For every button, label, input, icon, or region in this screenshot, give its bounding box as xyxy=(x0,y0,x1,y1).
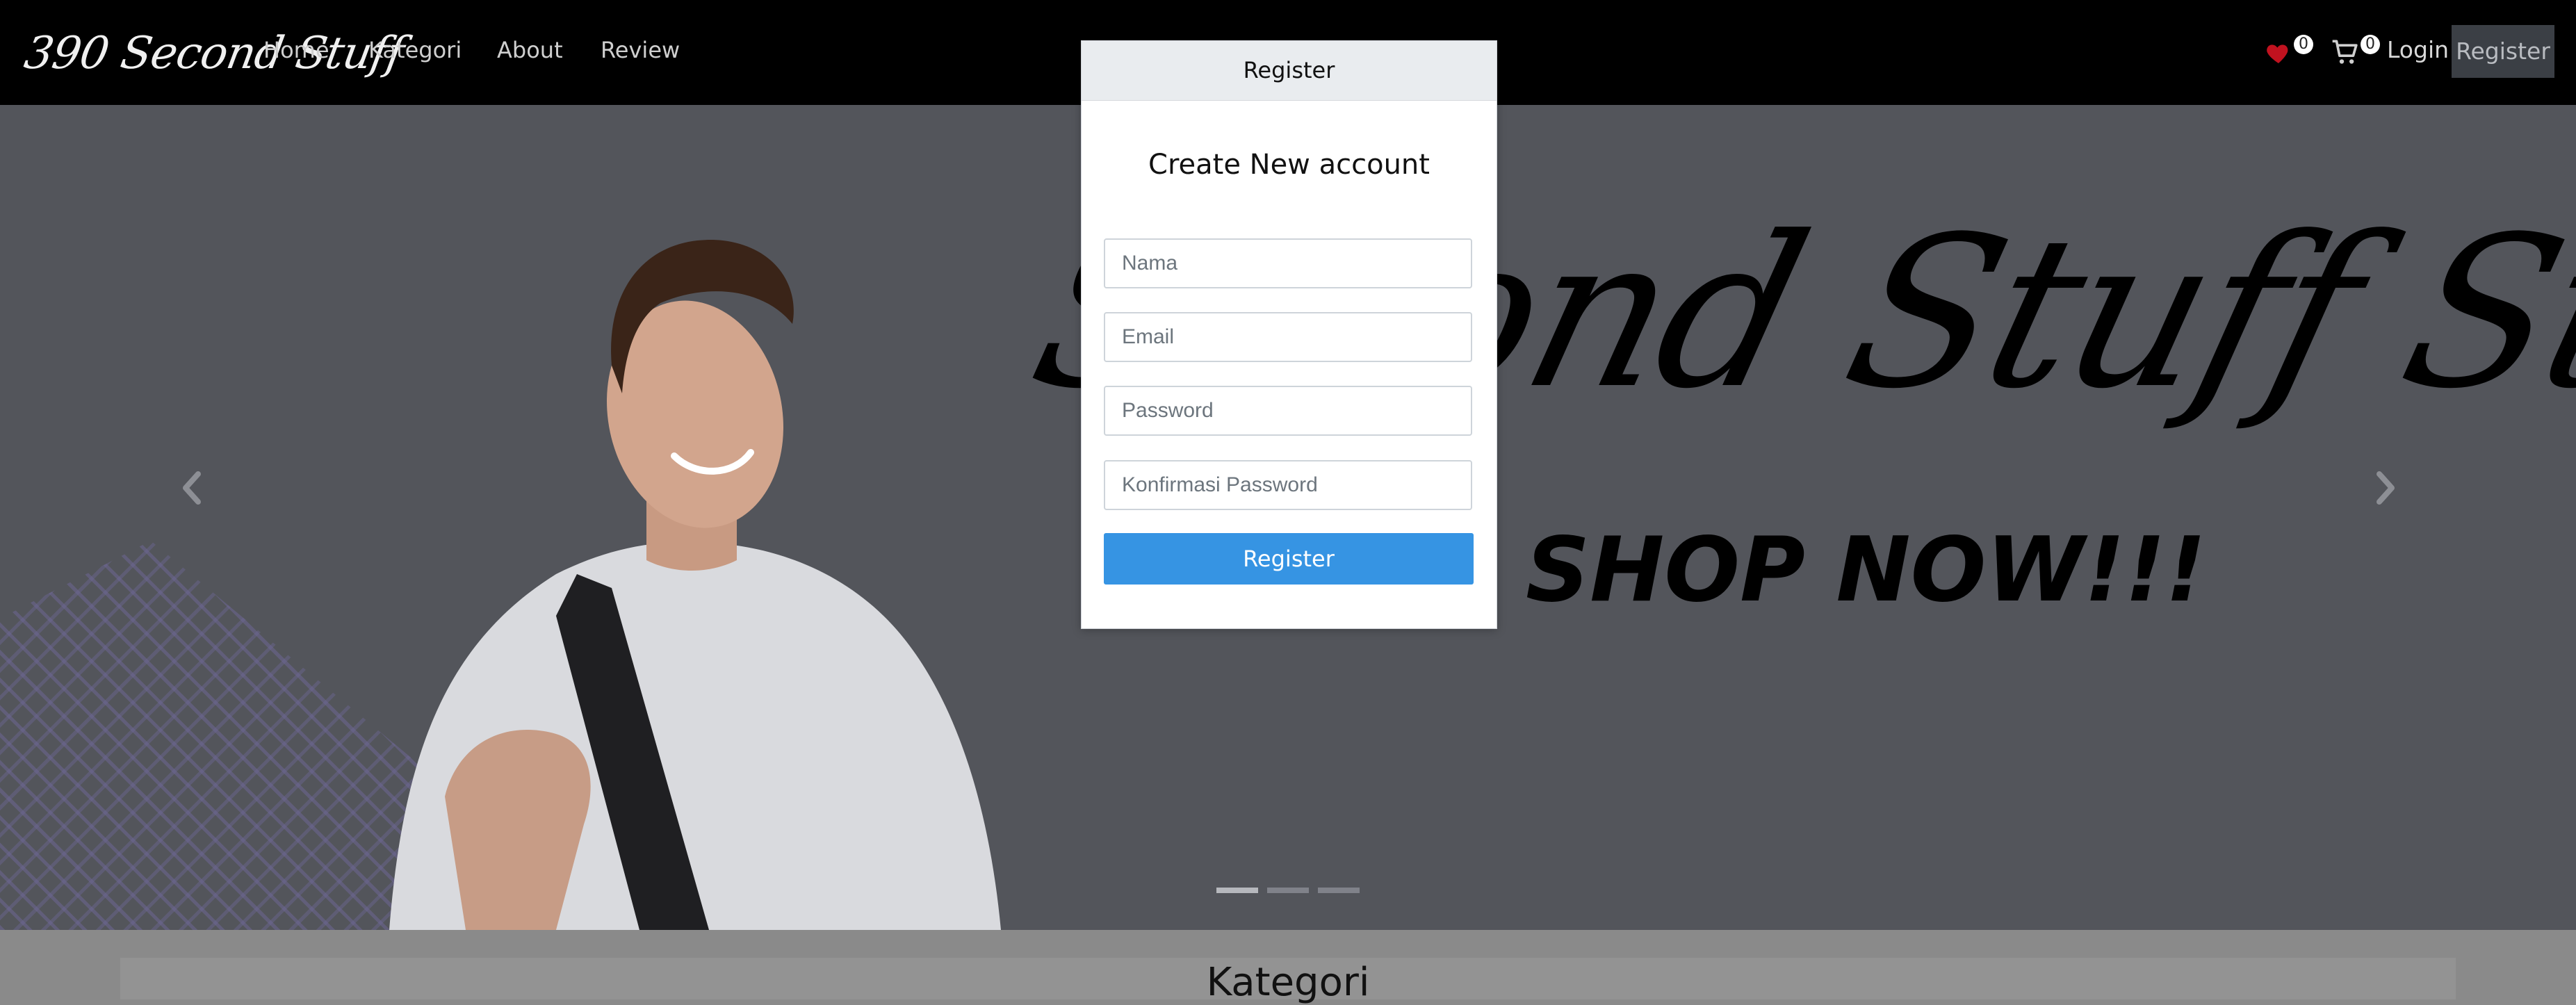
email-field[interactable] xyxy=(1104,312,1472,362)
confirm-password-field[interactable] xyxy=(1104,460,1472,510)
kategori-section: Kategori xyxy=(120,958,2456,1004)
carousel-next-button[interactable] xyxy=(2364,466,2406,522)
carousel-indicator[interactable] xyxy=(1267,888,1309,893)
modal-title: Create New account xyxy=(1148,149,1430,181)
chevron-left-icon xyxy=(183,471,201,505)
nav-link-review[interactable]: Review xyxy=(601,28,680,72)
carousel-indicator[interactable] xyxy=(1216,888,1258,893)
register-nav-button[interactable]: Register xyxy=(2452,25,2554,78)
kategori-heading: Kategori xyxy=(1206,960,1370,1005)
carousel-prev-button[interactable] xyxy=(172,466,213,522)
heart-icon xyxy=(2267,44,2288,63)
register-submit-button[interactable]: Register xyxy=(1104,533,1474,585)
login-link[interactable]: Login xyxy=(2387,25,2449,78)
register-modal: Register Create New account Register xyxy=(1081,40,1497,629)
carousel-indicators xyxy=(1216,888,1362,896)
nav-link-kategori[interactable]: Kategori xyxy=(368,28,462,72)
shopping-cart-icon xyxy=(2332,40,2358,64)
carousel-indicator[interactable] xyxy=(1318,888,1360,893)
wishlist-count-badge: 0 xyxy=(2294,35,2313,54)
brand-logo[interactable]: 390 Second Stuff xyxy=(19,21,407,87)
modal-header: Register xyxy=(1082,41,1497,101)
nav-link-about[interactable]: About xyxy=(497,28,563,72)
shop-now-text: SHOP NOW!!! xyxy=(1526,518,2206,622)
password-field[interactable] xyxy=(1104,386,1472,436)
name-field[interactable] xyxy=(1104,238,1472,288)
cart-button[interactable]: 0 xyxy=(2331,29,2380,74)
cart-count-badge: 0 xyxy=(2361,35,2380,54)
chevron-right-icon xyxy=(2377,471,2395,505)
wishlist-button[interactable]: 0 xyxy=(2265,29,2313,74)
hero-model-image xyxy=(389,240,1001,930)
nav-link-home[interactable]: Home xyxy=(263,28,329,72)
